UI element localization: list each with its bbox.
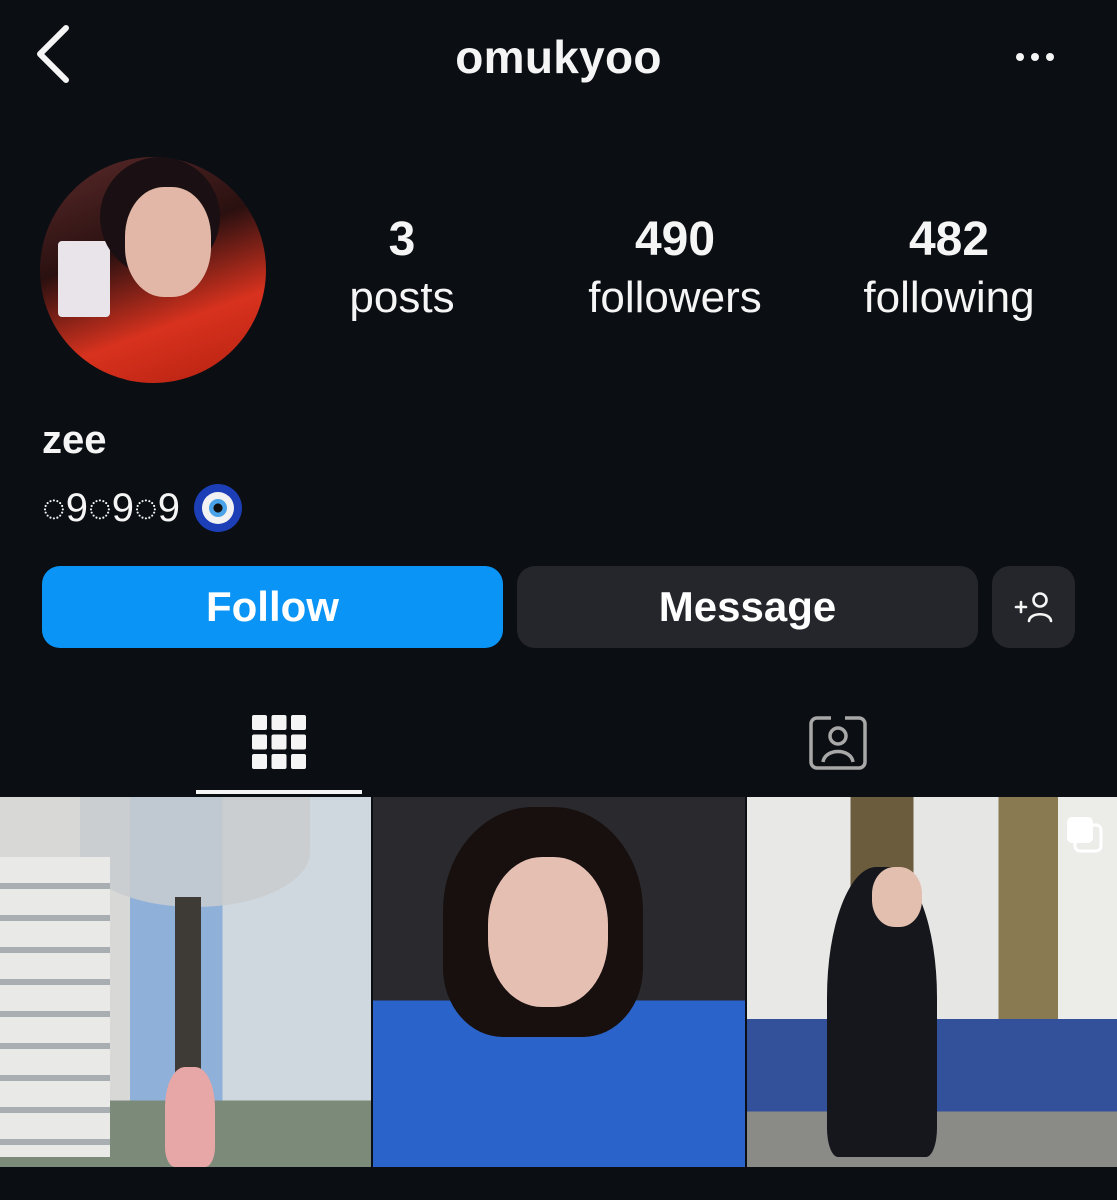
profile-name: zee bbox=[42, 418, 107, 462]
carousel-icon bbox=[1067, 817, 1103, 853]
person-figure bbox=[165, 1067, 215, 1167]
posts-count-label: posts bbox=[349, 273, 455, 322]
following-count[interactable]: 482 following bbox=[849, 212, 1049, 328]
face-shape bbox=[488, 857, 608, 1007]
post-thumbnail-3[interactable] bbox=[747, 797, 1117, 1167]
posts-count-value: 3 bbox=[388, 213, 416, 266]
more-horizontal-icon bbox=[1016, 53, 1054, 61]
post-thumbnail-2[interactable] bbox=[373, 797, 745, 1167]
following-count-value: 482 bbox=[908, 213, 990, 266]
photocard-image bbox=[58, 241, 110, 317]
username-title: omukyoo bbox=[455, 31, 662, 83]
followers-count-value: 490 bbox=[634, 213, 716, 266]
add-user-icon bbox=[1014, 592, 1052, 623]
post-thumbnail-1[interactable] bbox=[0, 797, 371, 1167]
active-tab-indicator bbox=[196, 790, 362, 794]
tab-posts-grid[interactable] bbox=[196, 690, 362, 794]
tagged-icon bbox=[809, 715, 867, 770]
face-shape bbox=[125, 187, 211, 297]
sculpture-canopy bbox=[80, 797, 310, 907]
evil-eye-icon bbox=[194, 484, 243, 532]
more-options-button[interactable] bbox=[1005, 42, 1065, 72]
face-shape bbox=[872, 867, 922, 927]
message-button[interactable]: Message bbox=[517, 566, 978, 648]
tab-tagged[interactable] bbox=[780, 690, 896, 794]
add-user-button[interactable] bbox=[992, 566, 1075, 648]
bio-text: ◌9◌9◌9 bbox=[42, 485, 181, 530]
building-left bbox=[0, 857, 110, 1157]
profile-bio: ◌9◌9◌9 bbox=[42, 484, 243, 532]
posts-count[interactable]: 3 posts bbox=[302, 212, 502, 328]
grid-icon bbox=[252, 715, 306, 769]
following-count-label: following bbox=[863, 273, 1035, 322]
follow-button[interactable]: Follow bbox=[42, 566, 503, 648]
followers-count[interactable]: 490 followers bbox=[575, 212, 775, 328]
followers-count-label: followers bbox=[588, 273, 762, 322]
profile-avatar[interactable] bbox=[40, 157, 266, 383]
